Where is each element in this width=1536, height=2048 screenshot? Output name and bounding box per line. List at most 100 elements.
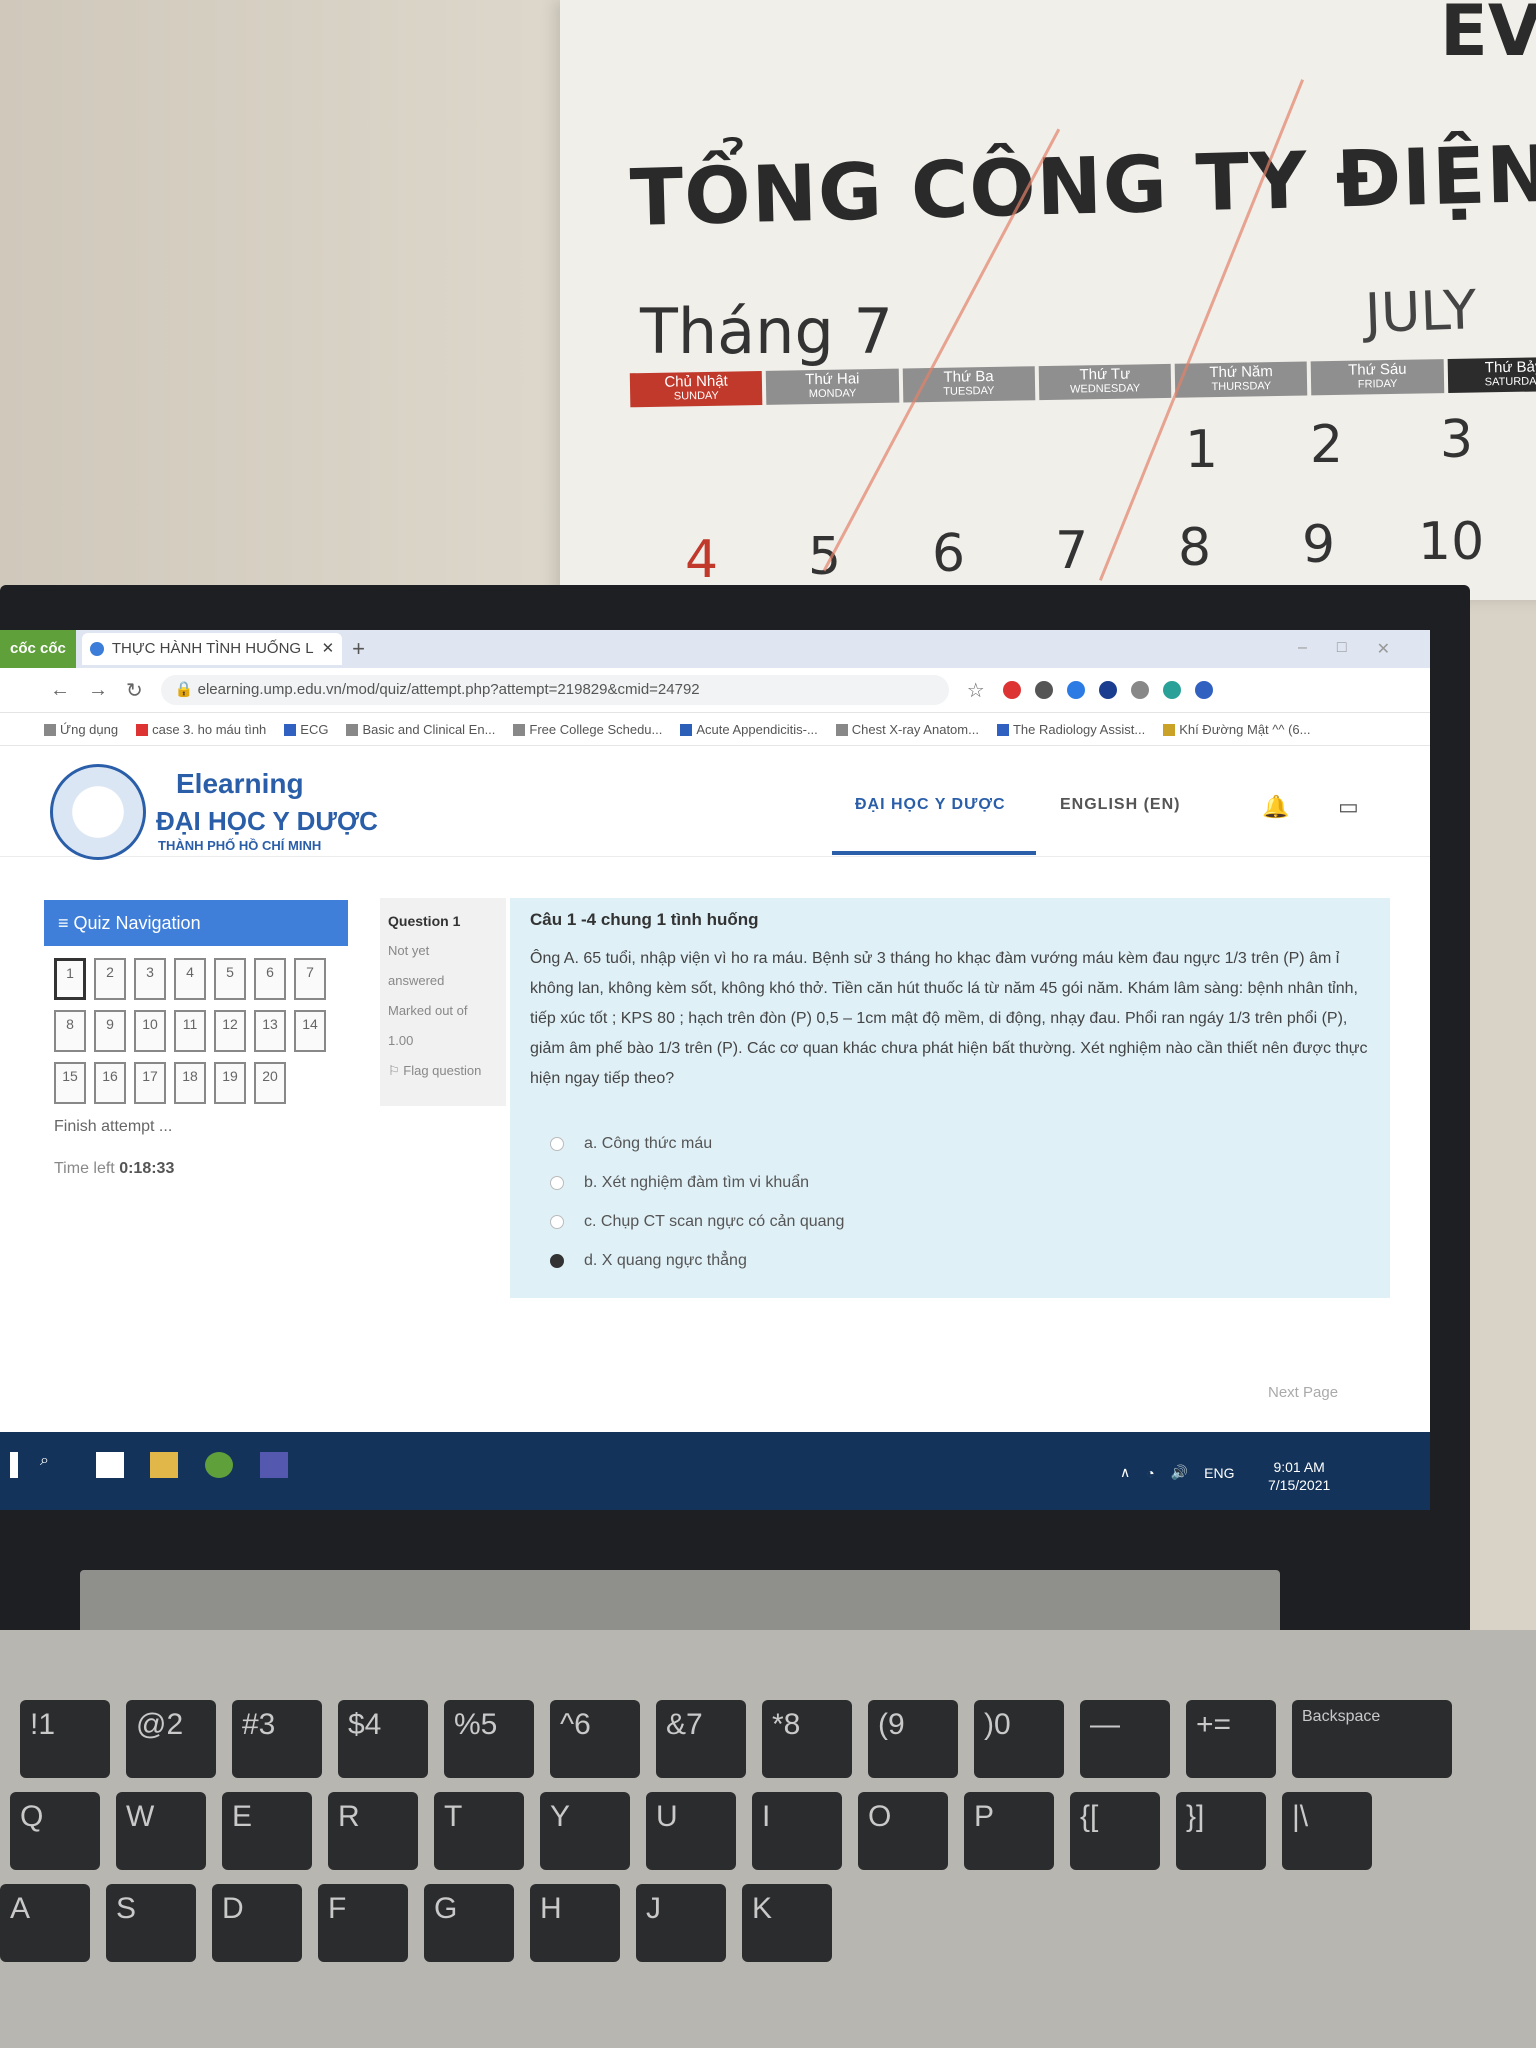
question-nav-button[interactable]: 1 <box>54 958 86 1000</box>
keyboard-key[interactable]: @2 <box>126 1700 216 1778</box>
radio-button[interactable] <box>550 1136 564 1151</box>
keyboard-key[interactable]: W <box>116 1792 206 1870</box>
question-nav-button[interactable]: 11 <box>174 1010 206 1052</box>
keyboard-key[interactable]: Q <box>10 1792 100 1870</box>
keyboard-key[interactable]: (9 <box>868 1700 958 1778</box>
question-nav-button[interactable]: 17 <box>134 1062 166 1104</box>
keyboard-key[interactable]: !1 <box>20 1700 110 1778</box>
bookmark-item[interactable]: Acute Appendicitis-... <box>680 722 818 737</box>
keyboard-key[interactable]: D <box>212 1884 302 1962</box>
keyboard-key[interactable]: %5 <box>444 1700 534 1778</box>
question-nav-button[interactable]: 5 <box>214 958 246 1000</box>
extension-icon[interactable] <box>1162 681 1181 699</box>
bookmark-item[interactable]: case 3. ho máu tình <box>136 722 266 737</box>
answer-option[interactable]: a. Công thức máu <box>550 1124 1370 1163</box>
close-window-icon[interactable]: ✕ <box>1377 639 1390 659</box>
keyboard-key[interactable]: P <box>964 1792 1054 1870</box>
bookmark-item[interactable]: Basic and Clinical En... <box>346 722 495 737</box>
radio-button[interactable] <box>550 1175 564 1190</box>
extension-icon[interactable] <box>1098 681 1117 699</box>
new-tab-icon[interactable]: + <box>352 636 365 662</box>
volume-icon[interactable]: 🔊 <box>1171 1464 1188 1481</box>
question-nav-button[interactable]: 13 <box>254 1010 286 1052</box>
question-nav-button[interactable]: 19 <box>214 1062 246 1104</box>
keyboard-key[interactable]: R <box>328 1792 418 1870</box>
question-nav-button[interactable]: 20 <box>254 1062 286 1104</box>
keyboard-key[interactable]: — <box>1080 1700 1170 1778</box>
keyboard-key[interactable]: }] <box>1176 1792 1266 1870</box>
keyboard-key[interactable]: A <box>0 1884 90 1962</box>
flag-question-button[interactable]: ⚐ Flag question <box>388 1056 498 1086</box>
bell-icon[interactable]: 🔔 <box>1262 794 1289 820</box>
answer-option[interactable]: b. Xét nghiệm đàm tìm vi khuẩn <box>550 1163 1370 1202</box>
question-nav-button[interactable]: 10 <box>134 1010 166 1052</box>
question-nav-button[interactable]: 9 <box>94 1010 126 1052</box>
radio-button-selected[interactable] <box>550 1253 564 1268</box>
forward-icon[interactable]: → <box>88 679 108 702</box>
language-indicator[interactable]: ENG <box>1204 1465 1234 1481</box>
question-nav-button[interactable]: 8 <box>54 1010 86 1052</box>
bookmark-item[interactable]: Chest X-ray Anatom... <box>835 722 979 737</box>
nav-university-link[interactable]: ĐẠI HỌC Y DƯỢC <box>855 796 1006 814</box>
chat-icon[interactable]: ▭ <box>1338 794 1359 820</box>
finish-attempt-link[interactable]: Finish attempt ... <box>54 1118 172 1136</box>
question-nav-button[interactable]: 12 <box>214 1010 246 1052</box>
bookmark-item[interactable]: Khí Đường Mật ^^ (6... <box>1163 722 1311 737</box>
minimize-icon[interactable]: – <box>1298 639 1307 659</box>
keyboard-key[interactable]: Y <box>540 1792 630 1870</box>
language-dropdown[interactable]: ENGLISH (EN) <box>1060 796 1180 814</box>
next-page-button[interactable]: Next Page <box>1268 1384 1338 1401</box>
extension-icon[interactable] <box>1130 681 1149 699</box>
browser-tab-active[interactable]: THỰC HÀNH TÌNH HUỐNG L ✕ <box>81 633 343 665</box>
start-icon[interactable] <box>10 1452 18 1478</box>
coccoc-browser-icon[interactable] <box>205 1452 233 1478</box>
keyboard-key[interactable]: {[ <box>1070 1792 1160 1870</box>
close-icon[interactable]: ✕ <box>322 633 335 665</box>
keyboard-key[interactable]: += <box>1186 1700 1276 1778</box>
maximize-icon[interactable]: □ <box>1337 639 1347 659</box>
question-nav-button[interactable]: 3 <box>134 958 166 1000</box>
extension-icon[interactable] <box>1002 681 1021 699</box>
keyboard-key[interactable]: Backspace <box>1292 1700 1452 1778</box>
question-nav-button[interactable]: 15 <box>54 1062 86 1104</box>
bookmark-item[interactable]: Free College Schedu... <box>513 722 662 737</box>
wifi-icon[interactable]: ◔ <box>1146 1465 1154 1481</box>
url-input[interactable]: 🔒 elearning.ump.edu.vn/mod/quiz/attempt.… <box>160 675 949 705</box>
chevron-up-icon[interactable]: ∧ <box>1120 1464 1130 1481</box>
keyboard-key[interactable]: T <box>434 1792 524 1870</box>
question-nav-button[interactable]: 18 <box>174 1062 206 1104</box>
answer-option[interactable]: c. Chụp CT scan ngực có cản quang <box>550 1202 1370 1241</box>
question-nav-button[interactable]: 2 <box>94 958 126 1000</box>
keyboard-key[interactable]: K <box>742 1884 832 1962</box>
extension-icon[interactable] <box>1034 681 1053 699</box>
university-logo[interactable] <box>50 764 146 860</box>
radio-button[interactable] <box>550 1214 564 1229</box>
question-nav-button[interactable]: 16 <box>94 1062 126 1104</box>
search-icon[interactable]: ⌕ <box>40 1452 68 1478</box>
keyboard-key[interactable]: ^6 <box>550 1700 640 1778</box>
keyboard-key[interactable]: S <box>106 1884 196 1962</box>
keyboard-key[interactable]: #3 <box>232 1700 322 1778</box>
bookmark-item[interactable]: ECG <box>284 722 328 737</box>
extension-icon[interactable] <box>1066 681 1085 699</box>
star-icon[interactable]: ☆ <box>967 678 985 703</box>
keyboard-key[interactable]: *8 <box>762 1700 852 1778</box>
bookmark-item[interactable]: Ứng dụng <box>44 722 118 737</box>
question-nav-button[interactable]: 7 <box>294 958 326 1000</box>
keyboard-key[interactable]: F <box>318 1884 408 1962</box>
back-icon[interactable]: ← <box>50 679 70 702</box>
keyboard-key[interactable]: I <box>752 1792 842 1870</box>
keyboard-key[interactable]: O <box>858 1792 948 1870</box>
question-nav-button[interactable]: 14 <box>294 1010 326 1052</box>
question-nav-button[interactable]: 4 <box>174 958 206 1000</box>
question-nav-button[interactable]: 6 <box>254 958 286 1000</box>
task-view-icon[interactable] <box>96 1452 124 1478</box>
keyboard-key[interactable]: )0 <box>974 1700 1064 1778</box>
extension-icon[interactable] <box>1194 681 1213 699</box>
taskbar-clock[interactable]: 9:01 AM 7/15/2021 <box>1268 1458 1330 1494</box>
teams-icon[interactable] <box>260 1452 288 1478</box>
answer-option[interactable]: d. X quang ngực thẳng <box>550 1241 1370 1280</box>
file-explorer-icon[interactable] <box>150 1452 178 1478</box>
browser-brand[interactable]: cốc cốc <box>0 630 76 668</box>
keyboard-key[interactable]: $4 <box>338 1700 428 1778</box>
